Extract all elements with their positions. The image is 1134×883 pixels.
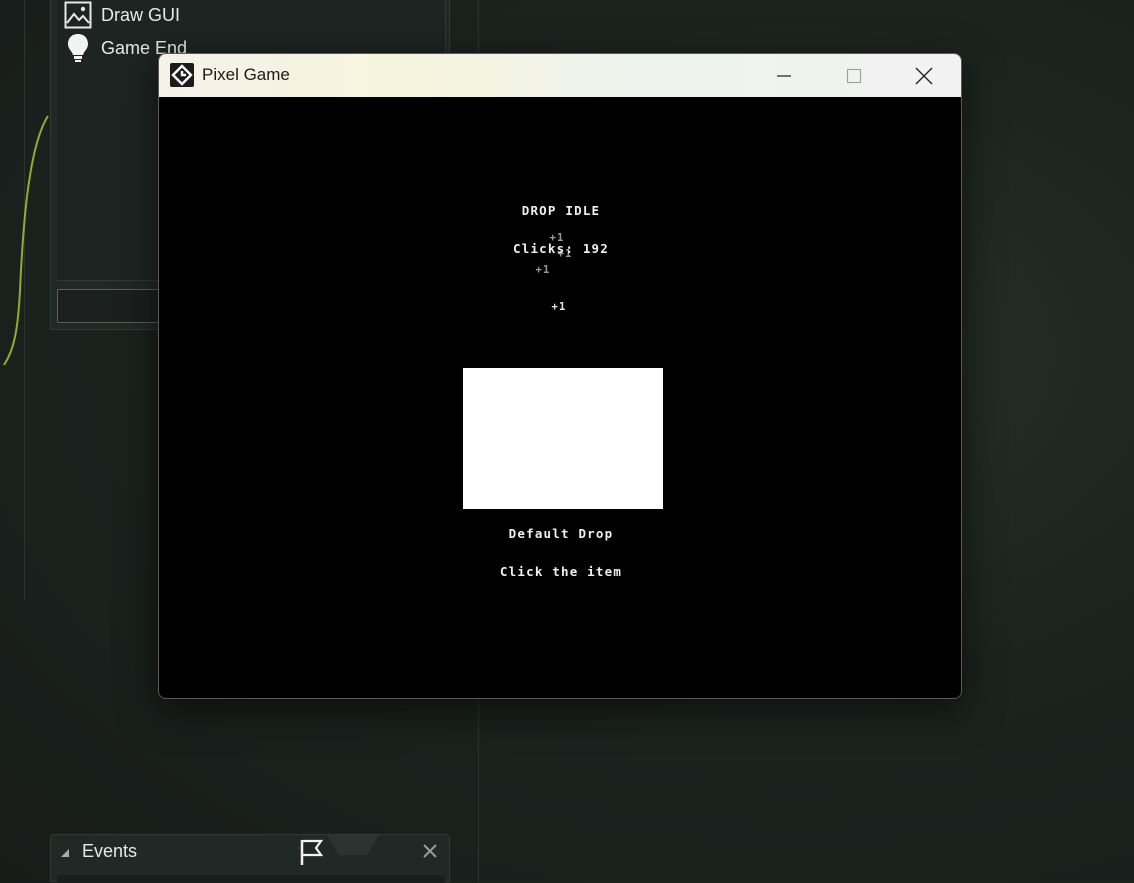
drop-status-text: DROP IDLE — [521, 203, 601, 218]
drop-name: Default Drop — [508, 526, 614, 541]
close-icon — [915, 67, 933, 84]
close-icon[interactable] — [423, 844, 437, 858]
flag-icon[interactable] — [299, 838, 325, 866]
clicks-counter: Clicks: 192 — [513, 241, 609, 256]
window-title: Pixel Game — [202, 65, 290, 84]
game-window: Pixel Game DROP IDLE +1 +1 Clicks: 192 +… — [158, 53, 962, 699]
event-item-draw-gui[interactable]: Draw GUI — [63, 0, 180, 30]
drop-item[interactable] — [463, 368, 663, 509]
maximize-icon — [846, 68, 862, 83]
game-canvas[interactable]: DROP IDLE +1 +1 Clicks: 192 +1 +1 Defaul… — [159, 97, 961, 698]
window-titlebar[interactable]: Pixel Game — [159, 54, 961, 97]
close-button[interactable] — [889, 54, 959, 97]
image-icon — [63, 0, 93, 30]
hint-text: Click the item — [499, 564, 623, 579]
floating-plus-one: +1 — [535, 264, 551, 276]
minimize-button[interactable] — [749, 54, 819, 97]
collapse-triangle-icon[interactable] — [60, 848, 70, 858]
event-item-label: Draw GUI — [101, 4, 181, 25]
panel-notch — [327, 835, 379, 855]
events-panel: Events — [50, 834, 450, 883]
maximize-button[interactable] — [819, 54, 889, 97]
lightbulb-icon — [63, 33, 93, 63]
floating-plus-one: +1 — [551, 301, 567, 313]
events-panel-title: Events — [82, 841, 138, 861]
app-icon — [170, 63, 194, 87]
minimize-icon — [777, 74, 791, 77]
